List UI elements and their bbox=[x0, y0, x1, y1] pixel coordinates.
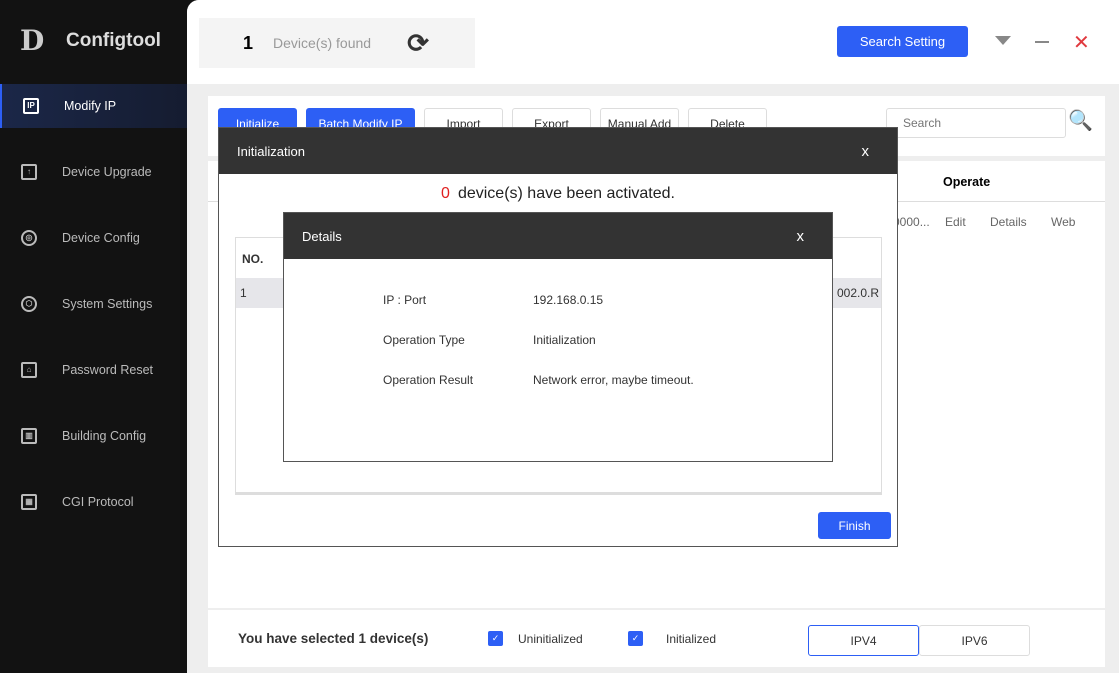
devices-found-label: Device(s) found bbox=[273, 35, 372, 51]
sidebar-item-label: Device Config bbox=[62, 231, 140, 245]
building-icon: ▥ bbox=[21, 428, 37, 444]
sidebar-item-building-config[interactable]: ▥ Building Config bbox=[0, 414, 187, 458]
sidebar-item-label: System Settings bbox=[62, 297, 153, 311]
initialized-checkbox[interactable]: ✓ bbox=[628, 631, 643, 646]
dialog-title: Initialization bbox=[237, 143, 305, 159]
activated-count: 0 bbox=[441, 185, 450, 202]
minimize-icon[interactable] bbox=[1035, 41, 1049, 43]
cell-truncated: 0000... bbox=[893, 215, 930, 229]
sidebar-item-label: Password Reset bbox=[62, 363, 154, 377]
sidebar-item-device-config[interactable]: ◎ Device Config bbox=[0, 216, 187, 260]
details-link[interactable]: Details bbox=[990, 215, 1027, 229]
ip-port-value: 192.168.0.15 bbox=[533, 293, 604, 307]
close-icon[interactable]: ✕ bbox=[1073, 30, 1090, 55]
sidebar-item-device-upgrade[interactable]: ↑ Device Upgrade bbox=[0, 150, 187, 194]
lock-icon: ⌂ bbox=[21, 362, 37, 378]
ipv4-tab[interactable]: IPV4 bbox=[808, 625, 919, 656]
row-version: 002.0.R bbox=[836, 286, 879, 300]
operation-type-label: Operation Type bbox=[383, 333, 465, 347]
devices-found-card: 1 Device(s) found ⟳ bbox=[199, 18, 475, 68]
bottom-bar: You have selected 1 device(s) ✓ Uninitia… bbox=[208, 610, 1105, 667]
web-link[interactable]: Web bbox=[1051, 215, 1075, 229]
ipv6-tab[interactable]: IPV6 bbox=[919, 625, 1030, 656]
sidebar-item-modify-ip[interactable]: IP Modify IP bbox=[0, 84, 187, 128]
ip-port-label: IP : Port bbox=[383, 293, 427, 307]
selected-count: You have selected 1 device(s) bbox=[238, 631, 429, 646]
app-logo: D Configtool bbox=[20, 24, 161, 58]
sidebar-item-label: Device Upgrade bbox=[62, 165, 152, 179]
message-text: device(s) have been activated. bbox=[457, 185, 675, 202]
activation-message: 0 device(s) have been activated. bbox=[219, 185, 897, 203]
row-no: 1 bbox=[240, 286, 247, 300]
close-icon[interactable]: x bbox=[862, 143, 870, 160]
device-count: 1 bbox=[243, 32, 254, 53]
close-icon[interactable]: x bbox=[797, 228, 805, 245]
dropdown-icon[interactable] bbox=[995, 36, 1011, 45]
settings-icon: ⬡ bbox=[21, 296, 37, 312]
config-icon: ◎ bbox=[21, 230, 37, 246]
dialog-header: Initialization x bbox=[219, 128, 897, 174]
edit-link[interactable]: Edit bbox=[945, 215, 966, 229]
logo-icon: D bbox=[20, 24, 45, 57]
operate-header: Operate bbox=[943, 175, 991, 189]
dialog-title: Details bbox=[302, 228, 342, 244]
col-no: NO. bbox=[242, 252, 264, 266]
ip-icon: IP bbox=[23, 98, 39, 114]
sidebar-item-cgi-protocol[interactable]: ▦ CGI Protocol bbox=[0, 480, 187, 524]
finish-button[interactable]: Finish bbox=[818, 512, 891, 539]
sidebar-item-label: Building Config bbox=[62, 429, 147, 443]
search-input[interactable] bbox=[886, 108, 1066, 138]
sidebar-item-label: CGI Protocol bbox=[62, 495, 134, 509]
refresh-icon[interactable]: ⟳ bbox=[407, 28, 429, 59]
sidebar-item-label: Modify IP bbox=[64, 99, 117, 113]
upgrade-icon: ↑ bbox=[21, 164, 37, 180]
sidebar-item-system-settings[interactable]: ⬡ System Settings bbox=[0, 282, 187, 326]
search-setting-button[interactable]: Search Setting bbox=[837, 26, 968, 57]
operation-type-value: Initialization bbox=[533, 333, 596, 347]
uninitialized-checkbox[interactable]: ✓ bbox=[488, 631, 503, 646]
operation-result-value: Network error, maybe timeout. bbox=[533, 373, 694, 387]
sidebar-item-password-reset[interactable]: ⌂ Password Reset bbox=[0, 348, 187, 392]
dialog-header: Details x bbox=[284, 213, 832, 259]
sidebar: D Configtool IP Modify IP ↑ Device Upgrade… bbox=[0, 0, 187, 673]
details-dialog: Details x IP : Port 192.168.0.15 Operati… bbox=[283, 212, 833, 462]
initialized-label: Initialized bbox=[666, 632, 717, 646]
app-name: Configtool bbox=[66, 30, 161, 51]
cgi-icon: ▦ bbox=[21, 494, 37, 510]
uninitialized-label: Uninitialized bbox=[518, 632, 583, 646]
search-icon[interactable]: 🔍 bbox=[1068, 108, 1093, 133]
operation-result-label: Operation Result bbox=[383, 373, 474, 387]
